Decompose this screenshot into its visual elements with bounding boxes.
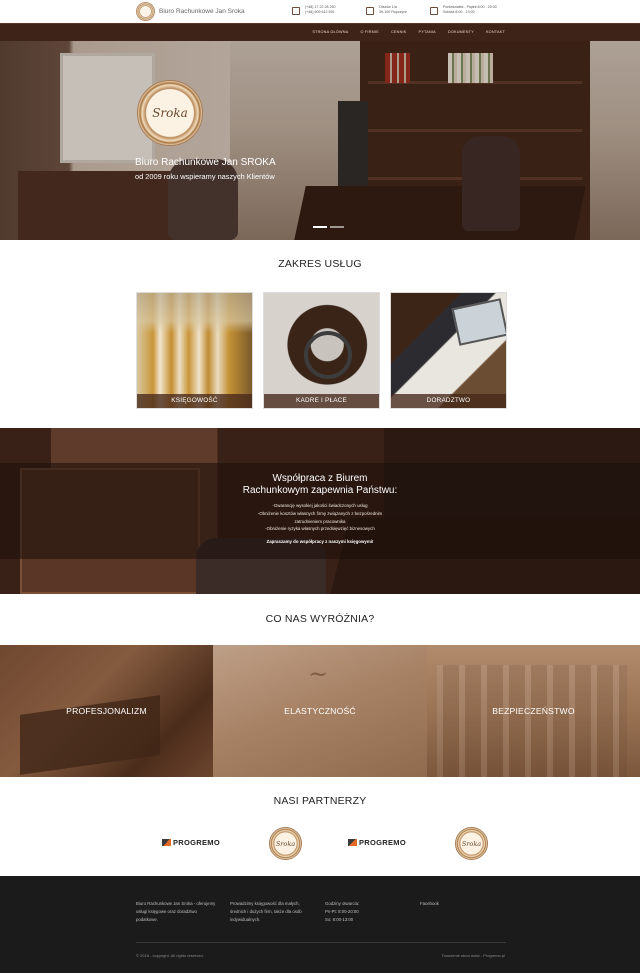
slider-dots <box>313 226 344 228</box>
partner-sroka-seal-2[interactable]: Sroka <box>455 827 488 860</box>
contact-address: Olszów 1/a 39-100 Ropczyce <box>366 5 407 15</box>
features-title: CO NAS WYRÓŻNIA? <box>265 613 375 625</box>
slider-dot-2[interactable] <box>330 226 344 228</box>
nav-contact[interactable]: KONTAKT <box>486 30 505 34</box>
feature-label: PROFESJONALIZM <box>66 706 147 716</box>
nav-home[interactable]: STRONA GŁÓWNA <box>312 30 348 34</box>
facebook-link[interactable]: Facebook <box>420 900 480 908</box>
footer-divider <box>136 942 506 943</box>
feature-flexibility: ~ ELASTYCZNOŚĆ <box>213 645 427 777</box>
footer-social: Facebook <box>420 900 480 908</box>
main-navbar: STRONA GŁÓWNA O FIRMIE CENNIK PYTANIA DO… <box>0 23 640 41</box>
service-card-payroll[interactable]: KADRE I PŁACE <box>263 292 380 409</box>
service-card-label: KADRE I PŁACE <box>264 394 379 408</box>
benefit-item: -Gwarancję wysokiej jakości świadczonych… <box>272 503 368 508</box>
home-icon <box>366 7 374 15</box>
slider-dot-1[interactable] <box>313 226 327 228</box>
feature-professionalism: PROFESJONALIZM <box>0 645 213 777</box>
hero-title: Biuro Rachunkowe Jan SROKA <box>135 157 276 168</box>
phone-2[interactable]: (+48) 609 612 592 <box>305 10 335 15</box>
footer-about: Biuro Rachunkowe Jan Sroka - oferujemy u… <box>136 901 216 923</box>
contact-phones: (+48) 17 22 28 250 (+48) 609 612 592 <box>292 5 335 15</box>
benefit-item: -Obniżenie kosztów własnych firmy związa… <box>257 510 383 516</box>
services-title: ZAKRES USŁUG <box>278 258 362 270</box>
nav-about[interactable]: O FIRMIE <box>360 30 378 34</box>
credit-link[interactable]: Tworzenie stron www - Progremo.pl <box>442 953 505 958</box>
partner-sroka-seal-1[interactable]: Sroka <box>269 827 302 860</box>
contact-hours: Poniedziałek - Piątek 8:00 - 20:00 Sobot… <box>430 5 497 15</box>
partner-progremo-2[interactable]: PROGREMO <box>348 838 406 847</box>
service-card-accounting[interactable]: KSIĘGOWOŚĆ <box>136 292 253 409</box>
partner-progremo-1[interactable]: PROGREMO <box>162 838 220 847</box>
feature-label: BEZPIECZEŃSTWO <box>492 706 575 716</box>
feature-label: ELASTYCZNOŚĆ <box>284 706 356 716</box>
brand-name[interactable]: Biuro Rachunkowe Jan Sroka <box>159 8 245 15</box>
hours-saturday: Sobota 8:00 - 13:00 <box>443 10 475 15</box>
site-footer: Biuro Rachunkowe Jan Sroka - oferujemy u… <box>0 876 640 973</box>
hero-slider <box>0 41 640 240</box>
partners-title: NASI PARTNERZY <box>273 795 367 807</box>
cooperation-title: Współpraca z Biurem Rachunkowym zapewnia… <box>242 473 398 496</box>
hero-logo-seal: Sroka <box>137 80 203 146</box>
phone-icon <box>292 7 300 15</box>
service-card-consulting[interactable]: DORADZTWO <box>390 292 507 409</box>
footer-services: Prowadzimy księgowość dla małych, średni… <box>230 901 302 923</box>
cooperation-benefits: -Gwarancję wysokiej jakości świadczonych… <box>0 502 640 533</box>
nav-pricing[interactable]: CENNIK <box>391 30 407 34</box>
benefit-item: zatrudnieniem pracownika <box>294 518 346 524</box>
feature-security: BEZPIECZEŃSTWO <box>427 645 640 777</box>
top-header: Biuro Rachunkowe Jan Sroka (+48) 17 22 2… <box>0 0 640 23</box>
address-line-2: 39-100 Ropczyce <box>379 10 407 15</box>
company-logo[interactable] <box>136 2 155 21</box>
cooperation-cta: Zapraszamy do współpracy z naszymi księg… <box>266 539 374 544</box>
progremo-logo-icon <box>348 839 357 846</box>
nav-documents[interactable]: DOKUMENTY <box>448 30 474 34</box>
clock-icon <box>430 7 438 15</box>
service-card-label: DORADZTWO <box>391 394 506 408</box>
hero-subtitle: od 2009 roku wspieramy naszych Klientów <box>135 172 275 181</box>
service-card-label: KSIĘGOWOŚĆ <box>137 394 252 408</box>
copyright: © 2018 - copyright. All rights reserved. <box>136 953 204 958</box>
nav-faq[interactable]: PYTANIA <box>419 30 436 34</box>
main-nav: STRONA GŁÓWNA O FIRMIE CENNIK PYTANIA DO… <box>312 30 505 34</box>
footer-hours: Godziny otwarcia: Pn-Pt: 8:00-20:00 So: … <box>325 901 360 923</box>
progremo-logo-icon <box>162 839 171 846</box>
benefit-item: -Obniżenie ryzyka własnych przedsięwzięć… <box>265 526 375 532</box>
